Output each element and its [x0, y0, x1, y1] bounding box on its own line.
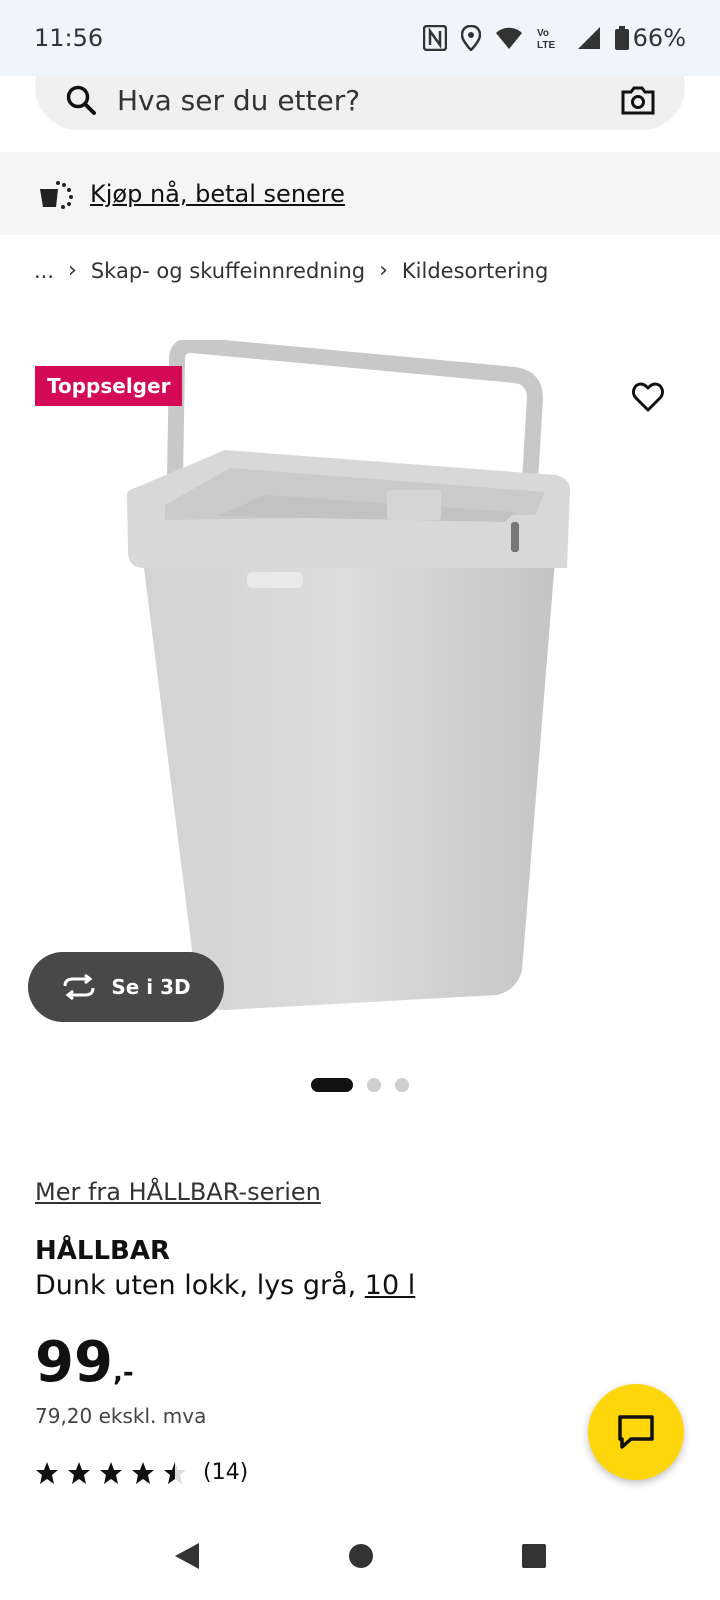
- product-size-link[interactable]: 10 l: [365, 1270, 415, 1301]
- wifi-icon: [495, 27, 522, 49]
- recents-icon[interactable]: [521, 1543, 547, 1569]
- promo-banner[interactable]: Kjøp nå, betal senere: [0, 152, 720, 235]
- chat-button[interactable]: [588, 1384, 684, 1480]
- topseller-badge: Toppselger: [35, 366, 183, 406]
- breadcrumb-ellipsis[interactable]: ...: [34, 259, 54, 283]
- product-image[interactable]: [125, 340, 585, 1020]
- star-icon: [36, 1461, 58, 1484]
- home-icon[interactable]: [347, 1542, 375, 1570]
- system-navigation-bar: [0, 1512, 720, 1600]
- back-icon[interactable]: [173, 1541, 201, 1571]
- image-carousel-indicator: [311, 1078, 409, 1092]
- star-icon: [132, 1461, 154, 1484]
- half-star-icon: [164, 1461, 186, 1484]
- product-description-text: Dunk uten lokk, lys grå,: [35, 1270, 357, 1301]
- svg-text:LTE: LTE: [537, 40, 555, 50]
- chat-icon: [618, 1415, 654, 1449]
- location-icon: [460, 25, 481, 51]
- view-3d-label: Se i 3D: [111, 975, 191, 999]
- carousel-dot-active[interactable]: [311, 1078, 353, 1092]
- price-excl-vat: 79,20 ekskl. mva: [35, 1404, 207, 1428]
- price-suffix: ,-: [112, 1358, 134, 1388]
- nfc-icon: [422, 25, 447, 51]
- carousel-dot[interactable]: [367, 1078, 381, 1092]
- rotate-3d-icon: [63, 974, 95, 1000]
- product-name: HÅLLBAR: [35, 1236, 170, 1266]
- svg-text:Vo: Vo: [537, 28, 549, 39]
- carousel-dot[interactable]: [395, 1078, 409, 1092]
- star-icon: [68, 1461, 90, 1484]
- chevron-right-icon: ›: [68, 258, 77, 283]
- search-icon: [66, 85, 96, 115]
- review-count: (14): [203, 1460, 249, 1485]
- price-amount: 99: [35, 1330, 113, 1395]
- breadcrumb-item[interactable]: Kildesortering: [402, 259, 548, 283]
- battery-icon: [614, 26, 629, 50]
- status-icons: Vo LTE 66%: [422, 24, 686, 52]
- promo-link[interactable]: Kjøp nå, betal senere: [90, 180, 345, 208]
- basket-pay-later-icon: [40, 180, 73, 209]
- product-description: Dunk uten lokk, lys grå, 10 l: [35, 1270, 415, 1301]
- breadcrumb: ... › Skap- og skuffeinnredning › Kildes…: [34, 258, 548, 283]
- camera-icon[interactable]: [621, 85, 655, 115]
- heart-favorite-icon[interactable]: [632, 382, 664, 412]
- view-3d-button[interactable]: Se i 3D: [28, 952, 224, 1022]
- series-link[interactable]: Mer fra HÅLLBAR-serien: [35, 1178, 321, 1206]
- price: 99,-: [35, 1330, 134, 1395]
- signal-icon: [577, 27, 600, 49]
- status-bar: 11:56 Vo LTE 66%: [0, 0, 720, 76]
- star-icon: [100, 1461, 122, 1484]
- rating[interactable]: (14): [35, 1460, 248, 1485]
- battery-percent: 66%: [632, 24, 686, 52]
- breadcrumb-item[interactable]: Skap- og skuffeinnredning: [91, 259, 365, 283]
- volte-icon: Vo LTE: [537, 28, 555, 50]
- chevron-right-icon: ›: [379, 258, 388, 283]
- status-time: 11:56: [34, 24, 104, 52]
